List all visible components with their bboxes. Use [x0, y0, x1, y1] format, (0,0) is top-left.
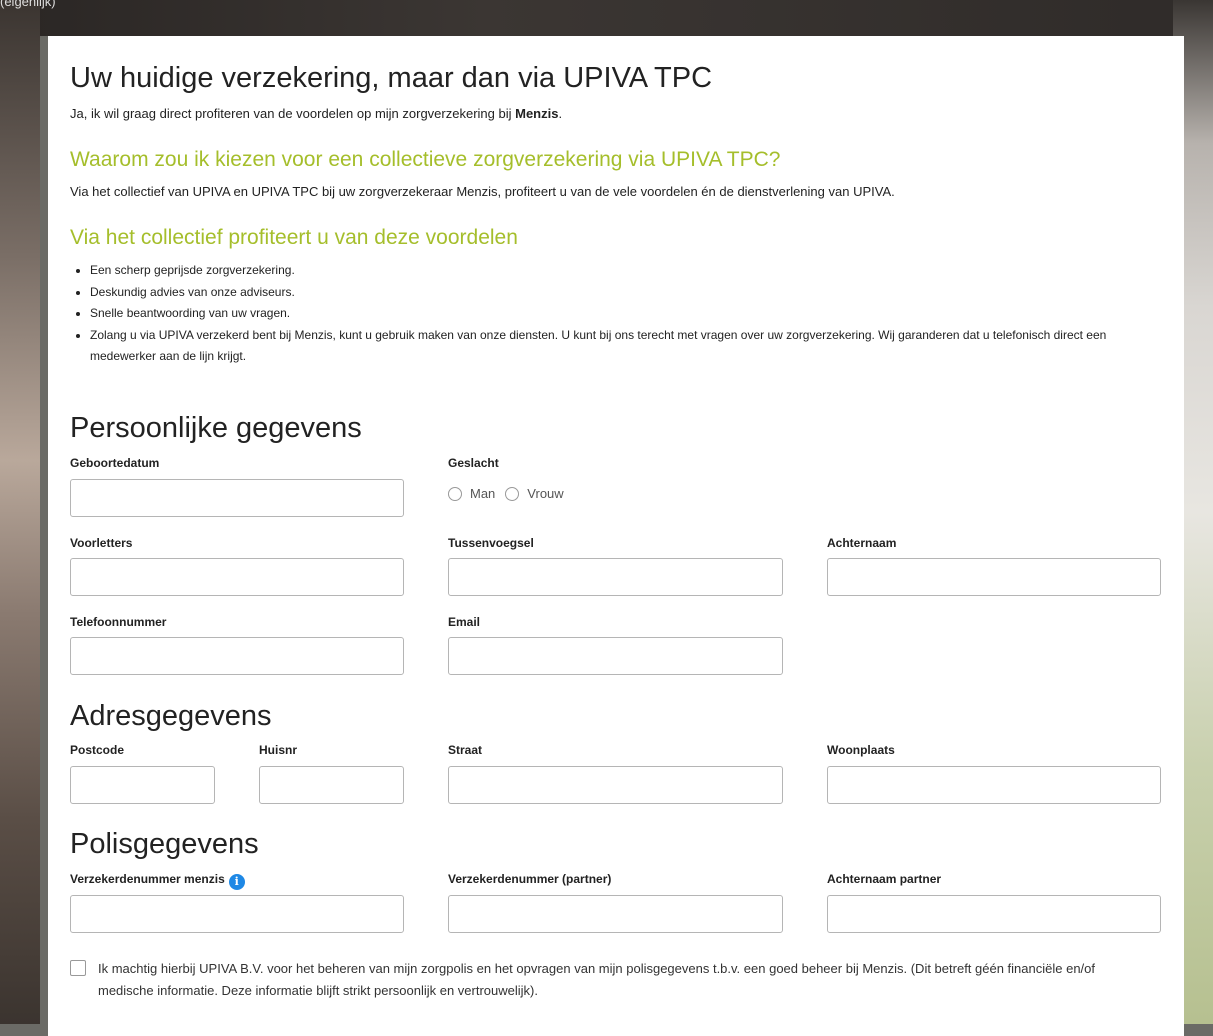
consent-checkbox[interactable]: [70, 960, 86, 976]
street-input[interactable]: [448, 766, 783, 804]
why-heading: Waarom zou ik kiezen voor een collectiev…: [70, 148, 781, 171]
info-icon[interactable]: i: [228, 874, 245, 890]
list-item: Een scherp geprijsde zorgverzekering.: [90, 260, 1140, 282]
partner-lastname-label: Achternaam partner: [827, 872, 942, 886]
insured-number-label-text: Verzekerdenummer menzis: [70, 872, 225, 886]
benefits-list: Een scherp geprijsde zorgverzekering. De…: [70, 260, 1140, 368]
partner-number-input[interactable]: [448, 895, 783, 933]
list-item: Zolang u via UPIVA verzekerd bent bij Me…: [90, 325, 1140, 368]
lastname-label: Achternaam: [827, 536, 897, 550]
why-text: Via het collectief van UPIVA en UPIVA TP…: [70, 184, 895, 199]
background-left: [0, 0, 40, 1024]
housenr-input[interactable]: [259, 766, 404, 804]
email-input[interactable]: [448, 637, 783, 675]
lastname-input[interactable]: [827, 558, 1161, 596]
gender-man-radio[interactable]: [448, 486, 462, 501]
email-label: Email: [448, 615, 481, 629]
policy-heading: Polisgegevens: [70, 828, 259, 860]
intro-suffix: .: [558, 106, 563, 121]
gender-vrouw-label: Vrouw: [527, 486, 564, 501]
infix-input[interactable]: [448, 558, 783, 596]
city-input[interactable]: [827, 766, 1161, 804]
street-label: Straat: [448, 743, 483, 757]
partner-lastname-input[interactable]: [827, 895, 1161, 933]
city-label: Woonplaats: [827, 743, 895, 757]
gender-man-label: Man: [470, 486, 496, 501]
list-item: Deskundig advies van onze adviseurs.: [90, 282, 1140, 304]
postcode-input[interactable]: [70, 766, 215, 804]
phone-input[interactable]: [70, 637, 404, 675]
form-card: Uw huidige verzekering, maar dan via UPI…: [48, 36, 1184, 1036]
list-item: Snelle beantwoording van uw vragen.: [90, 303, 1140, 325]
infix-label: Tussenvoegsel: [448, 536, 534, 550]
gender-label: Geslacht: [448, 456, 499, 470]
address-heading: Adresgegevens: [70, 700, 272, 732]
postcode-label: Postcode: [70, 743, 125, 757]
intro-insurer: Menzis: [515, 106, 559, 121]
gender-radio-group: Man Vrouw: [448, 486, 574, 501]
insured-number-label: Verzekerdenummer menzis i: [70, 872, 245, 890]
benefits-heading: Via het collectief profiteert u van deze…: [70, 226, 518, 249]
partner-number-label: Verzekerdenummer (partner): [448, 872, 612, 886]
gender-vrouw-radio[interactable]: [505, 486, 520, 501]
intro-prefix: Ja, ik wil graag direct profiteren van d…: [70, 106, 516, 121]
consent-row: Ik machtig hierbij UPIVA B.V. voor het b…: [70, 958, 1150, 1002]
background-top: [0, 0, 1213, 36]
insured-number-input[interactable]: [70, 895, 404, 933]
housenr-label: Huisnr: [259, 743, 298, 757]
top-note: (eigenlijk): [0, 0, 56, 9]
phone-label: Telefoonnummer: [70, 615, 167, 629]
birthdate-input[interactable]: [70, 479, 404, 517]
page-title: Uw huidige verzekering, maar dan via UPI…: [70, 62, 713, 94]
birthdate-label: Geboortedatum: [70, 456, 160, 470]
consent-text: Ik machtig hierbij UPIVA B.V. voor het b…: [98, 961, 1096, 998]
initials-label: Voorletters: [70, 536, 133, 550]
intro-text: Ja, ik wil graag direct profiteren van d…: [70, 106, 562, 121]
personal-heading: Persoonlijke gegevens: [70, 412, 362, 444]
initials-input[interactable]: [70, 558, 404, 596]
